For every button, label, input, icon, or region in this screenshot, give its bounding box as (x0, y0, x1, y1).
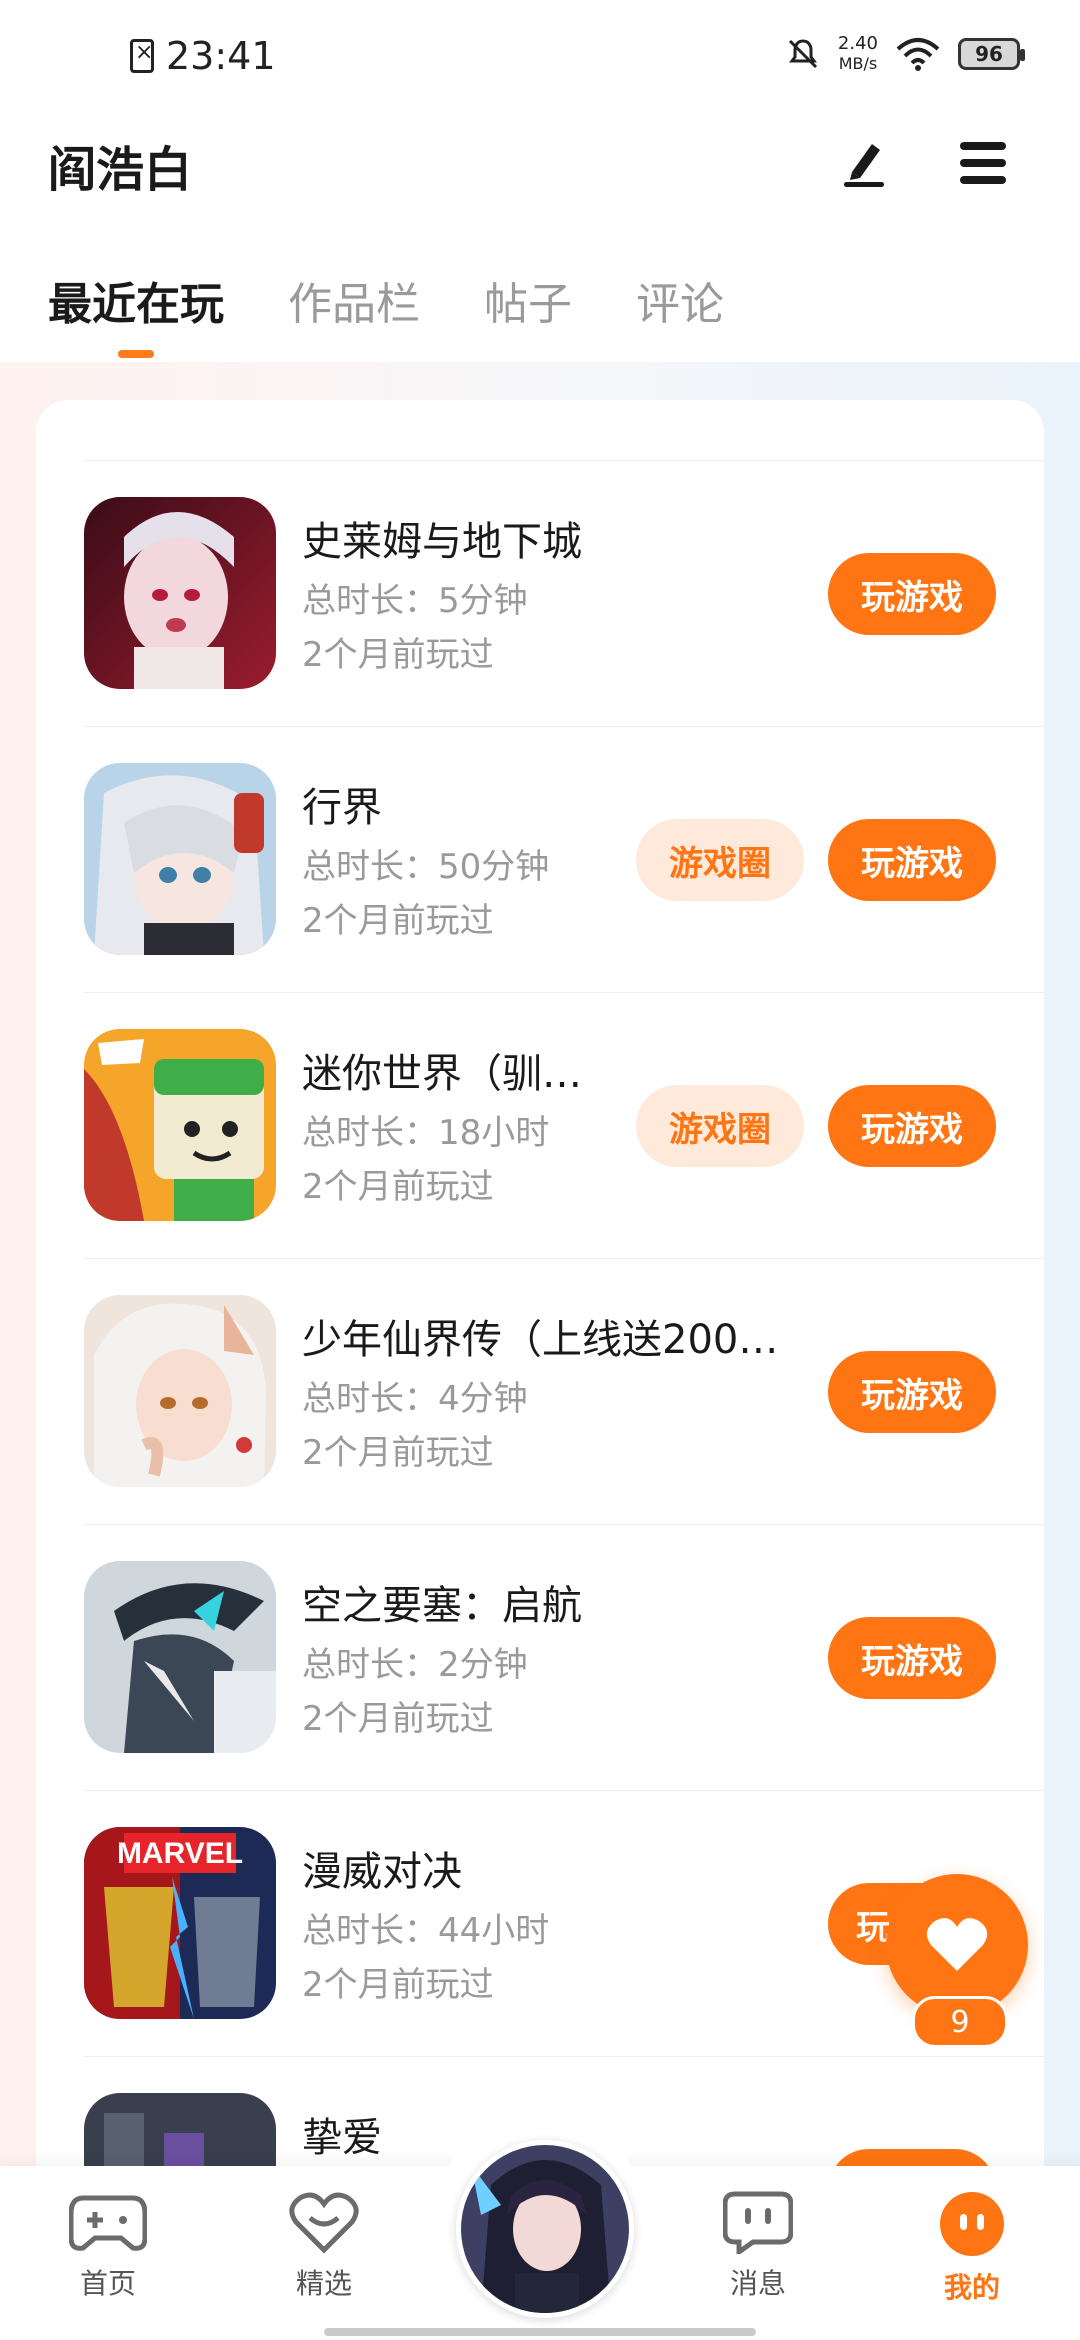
nav-featured[interactable]: 精选 (264, 2190, 384, 2302)
game-icon[interactable]: MARVEL (84, 1827, 276, 2019)
game-last-played: 2个月前玩过 (302, 1699, 494, 1739)
game-last-played: 2个月前玩过 (302, 635, 494, 675)
message-icon (723, 2191, 793, 2254)
game-list: 史莱姆与地下城 总时长：5分钟 2个月前玩过 玩游戏 行界 总时长：50分钟 2… (84, 461, 1044, 2300)
tab-comments[interactable]: 评论 (636, 268, 724, 358)
game-duration: 总时长：5分钟 (302, 581, 528, 621)
net-speed-unit: MB/s (838, 54, 878, 73)
status-bar: 23:41 2.40 MB/s 96 (0, 0, 1080, 120)
game-icon[interactable] (84, 1029, 276, 1221)
nav-label: 我的 (943, 2271, 1000, 2304)
game-duration: 总时长：18小时 (302, 1113, 550, 1153)
nav-label: 精选 (295, 2267, 352, 2300)
nav-home[interactable]: 首页 (48, 2190, 168, 2302)
heart-chat-icon (289, 2192, 359, 2254)
game-icon[interactable] (84, 1561, 276, 1753)
play-game-button[interactable]: 玩游戏 (828, 819, 996, 901)
game-title: 挚爱 (302, 2115, 382, 2161)
bell-off-icon (788, 39, 817, 69)
play-game-button[interactable]: 玩游戏 (828, 553, 996, 635)
nav-messages[interactable]: 消息 (698, 2190, 818, 2302)
heart-icon (926, 1918, 988, 1971)
clock: 23:41 (166, 34, 276, 78)
game-title: 迷你世界（驯… (302, 1051, 582, 1097)
game-row[interactable]: 史莱姆与地下城 总时长：5分钟 2个月前玩过 玩游戏 (84, 461, 1044, 727)
nav-label: 首页 (79, 2267, 136, 2300)
game-last-played: 2个月前玩过 (302, 1167, 494, 1207)
game-last-played: 2个月前玩过 (302, 1965, 494, 2005)
game-icon[interactable] (84, 1295, 276, 1487)
game-title: 少年仙界传（上线送200… (302, 1317, 779, 1363)
game-title: 史莱姆与地下城 (302, 519, 582, 565)
game-duration: 总时长：50分钟 (302, 847, 550, 887)
tab-recently-played[interactable]: 最近在玩 (48, 268, 224, 358)
play-game-button[interactable]: 玩游戏 (828, 1085, 996, 1167)
game-row[interactable]: 空之要塞：启航 总时长：2分钟 2个月前玩过 玩游戏 (84, 1525, 1044, 1791)
games-card: 史莱姆与地下城 总时长：5分钟 2个月前玩过 玩游戏 行界 总时长：50分钟 2… (36, 400, 1044, 2300)
nav-label: 消息 (729, 2267, 786, 2300)
svg-text:MARVEL: MARVEL (117, 1837, 243, 1870)
wifi-icon (896, 38, 940, 71)
net-speed-value: 2.40 (837, 33, 878, 54)
game-title: 空之要塞：启航 (302, 1583, 582, 1629)
status-right: 2.40 MB/s 96 (786, 34, 1025, 74)
game-circle-button[interactable]: 游戏圈 (636, 819, 804, 901)
battery-indicator: 96 (958, 38, 1025, 70)
game-last-played: 2个月前玩过 (302, 901, 494, 941)
profile-tabs: 最近在玩 作品栏 帖子 评论 (48, 268, 724, 358)
like-count-badge: 9 (912, 1996, 1008, 2048)
tab-works[interactable]: 作品栏 (288, 268, 420, 358)
game-row[interactable]: 迷你世界（驯… 总时长：18小时 2个月前玩过 游戏圈 玩游戏 (84, 993, 1044, 1259)
game-circle-button[interactable]: 游戏圈 (636, 1085, 804, 1167)
nav-me[interactable]: 我的 (912, 2190, 1032, 2306)
page-title: 阎浩白 (48, 142, 193, 198)
play-game-button[interactable]: 玩游戏 (828, 1617, 996, 1699)
no-sim-icon (130, 39, 154, 73)
game-row[interactable]: 少年仙界传（上线送200… 总时长：4分钟 2个月前玩过 玩游戏 (84, 1259, 1044, 1525)
game-duration: 总时长：2分钟 (302, 1645, 528, 1685)
game-last-played: 2个月前玩过 (302, 1433, 494, 1473)
like-floating-button[interactable] (886, 1874, 1028, 2016)
game-title: 漫威对决 (302, 1849, 462, 1895)
network-speed: 2.40 MB/s (838, 34, 878, 74)
profile-face-icon (940, 2192, 1004, 2256)
avatar[interactable] (456, 2140, 634, 2318)
play-game-button[interactable]: 玩游戏 (828, 1351, 996, 1433)
game-icon[interactable] (84, 497, 276, 689)
home-indicator[interactable] (324, 2328, 756, 2336)
game-title: 行界 (302, 785, 382, 831)
edit-icon[interactable] (838, 136, 890, 188)
game-duration: 总时长：44小时 (302, 1911, 550, 1951)
menu-icon[interactable] (958, 140, 1008, 186)
game-icon[interactable] (84, 763, 276, 955)
gamepad-icon (69, 2195, 147, 2251)
status-left: 23:41 (130, 34, 276, 78)
game-row[interactable]: 行界 总时长：50分钟 2个月前玩过 游戏圈 玩游戏 (84, 727, 1044, 993)
tab-posts[interactable]: 帖子 (484, 268, 572, 358)
battery-level: 96 (975, 42, 1003, 66)
game-duration: 总时长：4分钟 (302, 1379, 528, 1419)
